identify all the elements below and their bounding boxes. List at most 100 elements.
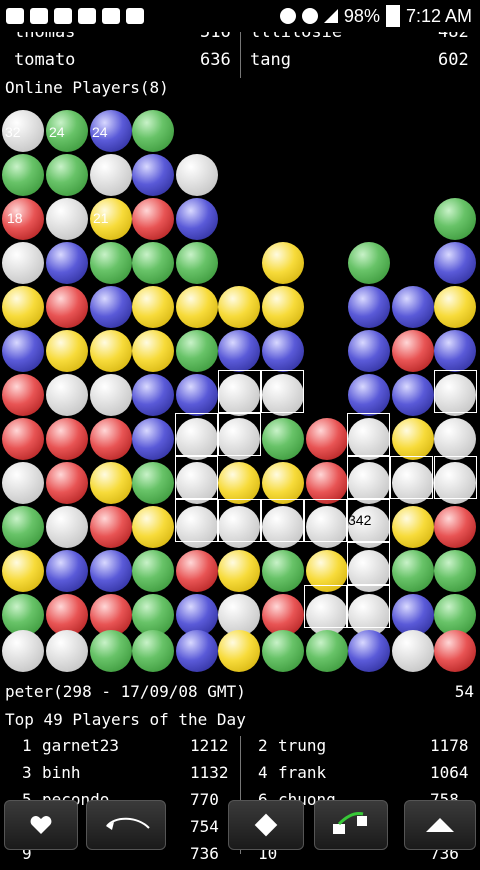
- ball-blue[interactable]: [218, 330, 260, 372]
- ball-green[interactable]: [176, 330, 218, 372]
- ball-green[interactable]: [132, 630, 174, 672]
- ball-yellow[interactable]: [434, 286, 476, 328]
- ball-yellow[interactable]: [218, 630, 260, 672]
- ball-green[interactable]: [262, 550, 304, 592]
- ball-blue[interactable]: [90, 286, 132, 328]
- ball-green[interactable]: [434, 198, 476, 240]
- ball-white[interactable]: [46, 374, 88, 416]
- ball-white[interactable]: [2, 630, 44, 672]
- ball-red[interactable]: [46, 462, 88, 504]
- ball-red[interactable]: [46, 286, 88, 328]
- ball-yellow[interactable]: [132, 506, 174, 548]
- ball-green[interactable]: [132, 110, 174, 152]
- hint-button[interactable]: [228, 800, 304, 850]
- ball-blue[interactable]: [46, 550, 88, 592]
- ball-red[interactable]: [306, 418, 348, 460]
- ball-blue[interactable]: [176, 630, 218, 672]
- ball-yellow[interactable]: [218, 550, 260, 592]
- ball-white[interactable]: [392, 630, 434, 672]
- ball-label: 32: [5, 124, 21, 140]
- rank-number: 4: [258, 763, 268, 782]
- ball-blue[interactable]: [132, 374, 174, 416]
- ball-blue[interactable]: [348, 630, 390, 672]
- ball-white[interactable]: [46, 198, 88, 240]
- ball-green[interactable]: [2, 154, 44, 196]
- ball-green[interactable]: [434, 550, 476, 592]
- ball-blue[interactable]: [176, 374, 218, 416]
- ball-white[interactable]: [434, 418, 476, 460]
- rank-score: 1132: [190, 763, 229, 782]
- ball-label: 24: [49, 124, 65, 140]
- ball-red[interactable]: [392, 330, 434, 372]
- ball-blue[interactable]: [132, 154, 174, 196]
- ball-green[interactable]: [262, 418, 304, 460]
- favorite-button[interactable]: [4, 800, 78, 850]
- ball-white[interactable]: [90, 374, 132, 416]
- ball-yellow[interactable]: [90, 330, 132, 372]
- ball-red[interactable]: [132, 198, 174, 240]
- ball-red[interactable]: [46, 418, 88, 460]
- rank-name: garnet23: [42, 736, 120, 755]
- move-button[interactable]: [314, 800, 388, 850]
- ball-blue[interactable]: [392, 286, 434, 328]
- undo-button[interactable]: [86, 800, 166, 850]
- ball-green[interactable]: [306, 630, 348, 672]
- ball-yellow[interactable]: [392, 418, 434, 460]
- ball-blue[interactable]: [262, 330, 304, 372]
- ball-red[interactable]: [434, 506, 476, 548]
- ball-yellow[interactable]: [132, 286, 174, 328]
- ball-white[interactable]: [46, 506, 88, 548]
- ball-yellow[interactable]: [2, 286, 44, 328]
- ball-yellow[interactable]: [262, 242, 304, 284]
- ball-blue[interactable]: [434, 242, 476, 284]
- ball-yellow[interactable]: [132, 330, 174, 372]
- ball-yellow[interactable]: [262, 462, 304, 504]
- ball-yellow[interactable]: [218, 462, 260, 504]
- ball-blue[interactable]: [392, 374, 434, 416]
- rank-name: trung: [278, 736, 327, 755]
- ball-yellow[interactable]: [2, 550, 44, 592]
- rank-score: 754: [190, 817, 219, 836]
- ball-green[interactable]: [176, 242, 218, 284]
- ball-blue[interactable]: [176, 198, 218, 240]
- game-board[interactable]: 32 24 24 18 21: [0, 110, 480, 676]
- ball-red[interactable]: [2, 418, 44, 460]
- ball-green[interactable]: [90, 630, 132, 672]
- ball-blue[interactable]: [90, 550, 132, 592]
- ball-blue[interactable]: [132, 418, 174, 460]
- ball-yellow[interactable]: [218, 286, 260, 328]
- scroll-up-button[interactable]: [404, 800, 476, 850]
- ball-blue[interactable]: [348, 330, 390, 372]
- ball-white[interactable]: [90, 154, 132, 196]
- ball-yellow[interactable]: [90, 462, 132, 504]
- ball-red[interactable]: [434, 630, 476, 672]
- ball-yellow[interactable]: [176, 286, 218, 328]
- ball-blue[interactable]: [348, 286, 390, 328]
- ball-green[interactable]: [46, 154, 88, 196]
- ball-blue[interactable]: [348, 374, 390, 416]
- ball-green[interactable]: [262, 630, 304, 672]
- ball-green[interactable]: [348, 242, 390, 284]
- ball-green[interactable]: [90, 242, 132, 284]
- ball-white[interactable]: [2, 462, 44, 504]
- ball-green[interactable]: [132, 462, 174, 504]
- ball-green[interactable]: [132, 550, 174, 592]
- ball-white[interactable]: [46, 630, 88, 672]
- ball-blue[interactable]: [46, 242, 88, 284]
- ball-blue[interactable]: [434, 330, 476, 372]
- ball-green[interactable]: [392, 550, 434, 592]
- ball-white[interactable]: [176, 154, 218, 196]
- ball-red[interactable]: [306, 462, 348, 504]
- ball-yellow[interactable]: [46, 330, 88, 372]
- alarm-icon: [279, 8, 296, 24]
- ball-white[interactable]: [2, 242, 44, 284]
- ball-yellow[interactable]: [262, 286, 304, 328]
- ball-yellow[interactable]: [392, 506, 434, 548]
- ball-red[interactable]: [90, 506, 132, 548]
- ball-red[interactable]: [90, 418, 132, 460]
- ball-red[interactable]: [2, 374, 44, 416]
- ball-blue[interactable]: [2, 330, 44, 372]
- ball-red[interactable]: [176, 550, 218, 592]
- ball-green[interactable]: [2, 506, 44, 548]
- ball-green[interactable]: [132, 242, 174, 284]
